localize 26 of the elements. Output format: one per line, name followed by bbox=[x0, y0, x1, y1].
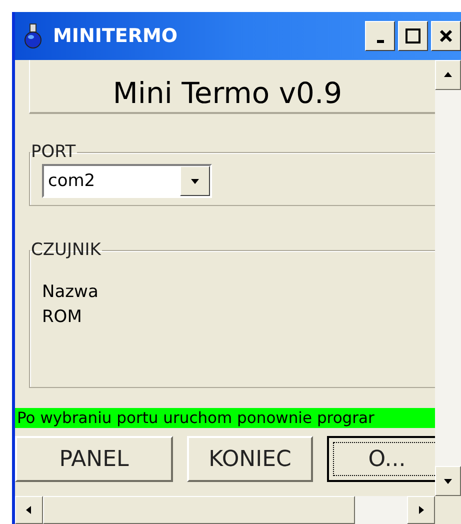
scroll-thumb[interactable] bbox=[43, 496, 355, 524]
flask-icon bbox=[23, 23, 43, 49]
action-button[interactable]: O... bbox=[327, 436, 435, 482]
minimize-icon bbox=[376, 40, 384, 42]
group-label: PORT bbox=[30, 142, 77, 162]
maximize-icon bbox=[405, 28, 421, 44]
dropdown-button[interactable] bbox=[180, 166, 210, 196]
minimize-button[interactable] bbox=[365, 21, 395, 51]
status-message: Po wybraniu portu uruchom ponownie prograr bbox=[15, 408, 435, 428]
field-label: ROM bbox=[42, 306, 83, 329]
maximize-button[interactable] bbox=[398, 21, 428, 51]
action-button[interactable]: KONIEC bbox=[187, 436, 313, 482]
scroll-up-button[interactable] bbox=[435, 60, 461, 90]
action-button[interactable]: PANEL bbox=[15, 436, 173, 482]
scroll-left-button[interactable] bbox=[15, 496, 43, 524]
close-icon bbox=[439, 29, 453, 43]
window-title: MINITERMO bbox=[53, 25, 178, 47]
app-heading: Mini Termo v0.9 bbox=[112, 75, 342, 112]
horizontal-scrollbar[interactable] bbox=[15, 496, 435, 524]
port-dropdown[interactable]: com2 bbox=[42, 164, 212, 198]
vertical-scrollbar[interactable] bbox=[435, 60, 461, 496]
scroll-right-button[interactable] bbox=[407, 496, 435, 524]
scroll-down-button[interactable] bbox=[435, 466, 461, 496]
group-label: CZUJNIK bbox=[30, 240, 102, 260]
field-label: Nazwa bbox=[42, 281, 100, 304]
close-button[interactable] bbox=[431, 21, 461, 51]
